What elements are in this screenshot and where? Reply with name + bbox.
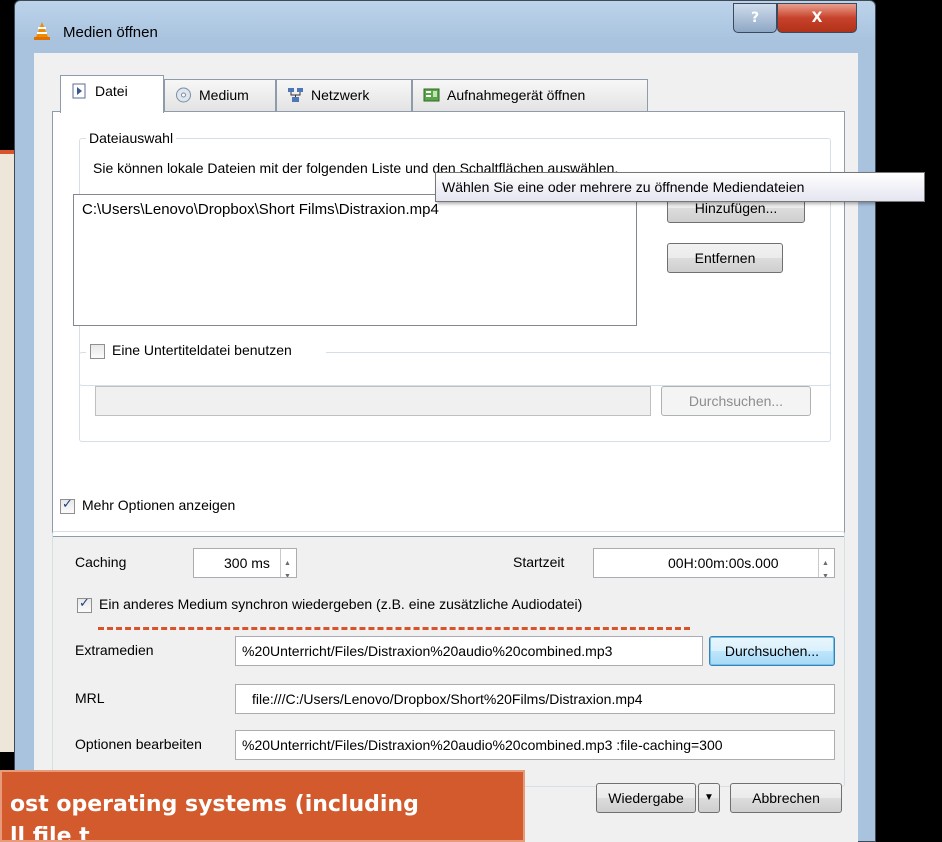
sync-media-checkbox[interactable] bbox=[77, 596, 92, 613]
subtitle-header: Eine Untertiteldatei benutzen bbox=[86, 342, 326, 364]
help-button[interactable]: ? bbox=[733, 3, 777, 33]
edit-options-input[interactable]: %20Unterricht/Files/Distraxion%20audio%2… bbox=[235, 730, 835, 760]
vlc-cone-icon bbox=[34, 22, 50, 40]
play-dropdown-arrow-icon[interactable]: ▼ bbox=[698, 783, 720, 813]
play-split-button: Wiedergabe ▼ bbox=[596, 783, 720, 813]
tab-label: Datei bbox=[95, 83, 128, 99]
start-time-value: 00H:00m:00s.000 bbox=[668, 555, 779, 571]
start-time-spinbox[interactable]: 00H:00m:00s.000 bbox=[593, 548, 835, 578]
highlight-dashed-underline bbox=[98, 627, 690, 630]
edit-options-label: Optionen bearbeiten bbox=[75, 736, 202, 752]
window-title: Medien öffnen bbox=[63, 24, 158, 41]
tab-label: Netzwerk bbox=[311, 87, 370, 103]
capture-device-icon bbox=[423, 88, 440, 102]
subtitle-path-input[interactable] bbox=[95, 386, 651, 416]
file-icon bbox=[72, 83, 86, 99]
disc-icon bbox=[176, 87, 191, 103]
tab-label: Aufnahmegerät öffnen bbox=[447, 87, 586, 103]
start-time-label: Startzeit bbox=[513, 554, 565, 570]
more-options-label: Mehr Optionen anzeigen bbox=[82, 497, 236, 513]
mrl-label: MRL bbox=[75, 690, 105, 706]
mrl-input[interactable]: file:///C:/Users/Lenovo/Dropbox/Short%20… bbox=[235, 684, 835, 714]
extra-media-label: Extramedien bbox=[75, 642, 154, 658]
start-time-spin-arrows-icon[interactable] bbox=[818, 549, 834, 577]
subtitle-checkbox-label: Eine Untertiteldatei benutzen bbox=[112, 342, 292, 358]
play-button[interactable]: Wiedergabe bbox=[596, 783, 696, 813]
title-bar[interactable]: Medien öffnen ? X bbox=[15, 1, 875, 53]
list-item[interactable]: C:\Users\Lenovo\Dropbox\Short Films\Dist… bbox=[82, 201, 628, 218]
tab-capture-device[interactable]: Aufnahmegerät öffnen bbox=[412, 79, 648, 111]
subtitle-browse-button[interactable]: Durchsuchen... bbox=[661, 386, 811, 416]
callout-line-1: ost operating systems (including bbox=[10, 792, 419, 817]
tab-file[interactable]: Datei bbox=[60, 75, 164, 113]
cancel-button[interactable]: Abbrechen bbox=[730, 783, 842, 813]
slide-callout: ost operating systems (including ll file… bbox=[0, 770, 525, 842]
sync-media-label: Ein anderes Medium synchron wiedergeben … bbox=[99, 596, 583, 612]
close-button[interactable]: X bbox=[777, 3, 857, 33]
extra-media-browse-button[interactable]: Durchsuchen... bbox=[709, 636, 835, 666]
tab-disc[interactable]: Medium bbox=[164, 79, 276, 111]
caching-spin-arrows-icon[interactable] bbox=[280, 549, 296, 577]
caching-spinbox[interactable]: 300 ms bbox=[193, 548, 297, 578]
remove-file-button[interactable]: Entfernen bbox=[667, 243, 783, 273]
extra-media-input[interactable]: %20Unterricht/Files/Distraxion%20audio%2… bbox=[235, 636, 703, 666]
file-list[interactable]: C:\Users\Lenovo\Dropbox\Short Films\Dist… bbox=[73, 194, 637, 326]
more-options-checkbox[interactable] bbox=[60, 497, 75, 514]
subtitle-checkbox[interactable] bbox=[90, 344, 105, 359]
add-file-tooltip: Wählen Sie eine oder mehrere zu öffnende… bbox=[435, 172, 925, 202]
tab-network[interactable]: Netzwerk bbox=[276, 79, 412, 111]
tab-label: Medium bbox=[199, 87, 249, 103]
caching-label: Caching bbox=[75, 554, 127, 570]
open-media-dialog: Medien öffnen ? X Datei Medium Netzwerk … bbox=[14, 0, 876, 842]
caching-value: 300 ms bbox=[224, 555, 270, 571]
advanced-options-panel: Caching 300 ms Startzeit 00H:00m:00s.000… bbox=[52, 531, 845, 787]
callout-line-2: ll file t bbox=[10, 824, 90, 842]
network-icon bbox=[288, 88, 303, 102]
file-selection-label: Dateiauswahl bbox=[86, 130, 177, 146]
